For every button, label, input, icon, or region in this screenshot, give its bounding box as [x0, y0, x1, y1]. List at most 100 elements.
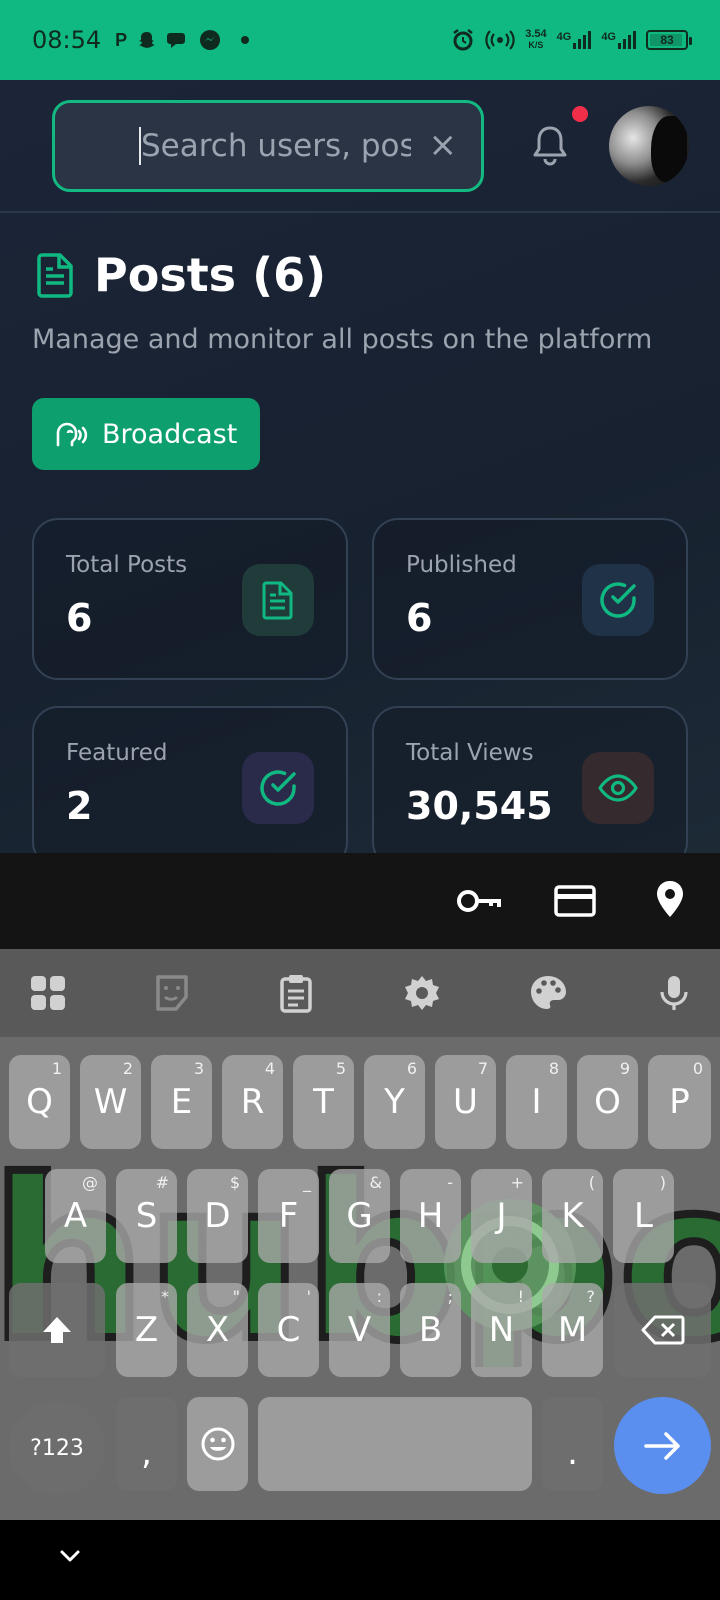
- broadcast-button[interactable]: Broadcast: [32, 398, 260, 470]
- key-hint: !: [517, 1287, 524, 1306]
- key-label: P: [669, 1082, 690, 1122]
- app-content: × Posts (6) Manage and monitor all posts…: [0, 80, 720, 853]
- key-f[interactable]: _ F: [258, 1169, 319, 1263]
- signal-4g-icon: 4G: [557, 31, 592, 49]
- key-o[interactable]: 9O: [577, 1055, 638, 1149]
- key-label: M: [557, 1310, 588, 1350]
- notification-bell-icon[interactable]: [530, 124, 570, 168]
- keyboard: hubpost 1Q 2W 3E 4R 5T 6Y 7U 8I 9O 0P @A…: [0, 1037, 720, 1520]
- emoji-icon: [201, 1427, 234, 1461]
- key-r[interactable]: 4R: [222, 1055, 283, 1149]
- page-heading: Posts (6): [36, 248, 326, 302]
- autofill-bar: [0, 853, 720, 949]
- key-hint: 3: [193, 1059, 204, 1078]
- period-key[interactable]: .: [542, 1397, 603, 1491]
- key-v[interactable]: :V: [329, 1283, 390, 1377]
- signal-label: 4G: [556, 31, 572, 43]
- key-u[interactable]: 7U: [435, 1055, 496, 1149]
- apps-grid-icon[interactable]: [28, 973, 68, 1013]
- settings-icon[interactable]: [402, 973, 442, 1013]
- signal-label: 4G: [601, 31, 616, 43]
- check-circle-icon: [582, 564, 654, 636]
- page-subtitle: Manage and monitor all posts on the plat…: [32, 324, 653, 355]
- stat-card-total-views: Total Views 30,545: [372, 706, 688, 853]
- key-p[interactable]: 0P: [648, 1055, 711, 1149]
- key-a[interactable]: @ A: [45, 1169, 106, 1263]
- space-key[interactable]: [258, 1397, 532, 1491]
- key-l[interactable]: ) L: [613, 1169, 674, 1263]
- location-pin-icon[interactable]: [654, 879, 686, 919]
- net-speed-unit: K/S: [528, 40, 544, 50]
- key-label: L: [634, 1196, 653, 1236]
- key-label: O: [594, 1082, 621, 1122]
- palette-icon[interactable]: [528, 973, 568, 1013]
- notification-icons: P: [115, 29, 250, 51]
- enter-key[interactable]: [614, 1397, 711, 1494]
- symbols-key[interactable]: ?123: [9, 1401, 105, 1495]
- signal-4g-icon: 4G: [601, 31, 636, 49]
- mic-icon[interactable]: [654, 973, 694, 1013]
- key-hint: 7: [477, 1059, 488, 1078]
- key-k[interactable]: (K: [542, 1169, 603, 1263]
- search-input[interactable]: [141, 128, 411, 164]
- key-m[interactable]: ? M: [542, 1283, 603, 1377]
- key-hint: ;: [447, 1287, 453, 1306]
- key-z[interactable]: * Z: [116, 1283, 177, 1377]
- key-hint: 4: [264, 1059, 275, 1078]
- key-x[interactable]: " X: [187, 1283, 248, 1377]
- comma-key[interactable]: ,: [116, 1397, 177, 1491]
- alarm-icon: [453, 29, 473, 51]
- top-bar: ×: [0, 80, 720, 213]
- check-circle-icon: [242, 752, 314, 824]
- key-label: B: [418, 1310, 443, 1350]
- user-avatar[interactable]: [609, 106, 689, 186]
- key-s[interactable]: # S: [116, 1169, 177, 1263]
- stat-value: 2: [66, 784, 93, 828]
- key-t[interactable]: 5T: [293, 1055, 354, 1149]
- key-hint: $: [229, 1173, 240, 1192]
- card-icon[interactable]: [554, 883, 596, 919]
- key-e[interactable]: 3E: [151, 1055, 212, 1149]
- hotspot-icon: [485, 30, 515, 50]
- clear-search-icon[interactable]: ×: [429, 125, 458, 165]
- net-speed-value: 3.54: [525, 28, 547, 40]
- key-i[interactable]: 8I: [506, 1055, 567, 1149]
- sticker-icon[interactable]: [152, 973, 192, 1013]
- chevron-down-icon[interactable]: [58, 1544, 82, 1568]
- system-icons: 3.54 K/S 4G 4G 83: [451, 28, 692, 52]
- document-icon: [37, 253, 73, 298]
- key-d[interactable]: $ D: [187, 1169, 248, 1263]
- key-label: G: [346, 1196, 373, 1236]
- dot-icon: [241, 36, 250, 44]
- key-c[interactable]: ' C: [258, 1283, 319, 1377]
- network-speed-icon: 3.54 K/S: [525, 29, 546, 51]
- key-hint: ?: [586, 1287, 596, 1306]
- shift-key[interactable]: [9, 1283, 105, 1377]
- key-label: C: [276, 1310, 301, 1350]
- search-box[interactable]: ×: [52, 100, 484, 192]
- key-label: ,: [141, 1433, 152, 1473]
- key-w[interactable]: 2W: [80, 1055, 141, 1149]
- key-label: I: [531, 1082, 542, 1122]
- key-icon[interactable]: [456, 883, 502, 919]
- key-hint: @: [82, 1173, 98, 1192]
- key-q[interactable]: 1Q: [9, 1055, 70, 1149]
- key-label: Q: [26, 1082, 53, 1122]
- key-j[interactable]: + J: [471, 1169, 532, 1263]
- key-hint: +: [510, 1173, 524, 1192]
- key-label: J: [496, 1196, 507, 1236]
- clipboard-icon[interactable]: [276, 973, 316, 1013]
- key-h[interactable]: -H: [400, 1169, 461, 1263]
- key-b[interactable]: ; B: [400, 1283, 461, 1377]
- stat-label: Published: [406, 552, 517, 578]
- key-hint: -: [447, 1173, 453, 1192]
- emoji-key[interactable]: [187, 1397, 248, 1491]
- key-y[interactable]: 6Y: [364, 1055, 425, 1149]
- backspace-key[interactable]: [614, 1283, 711, 1377]
- key-n[interactable]: ! N: [471, 1283, 532, 1377]
- key-label: X: [205, 1310, 230, 1350]
- key-g[interactable]: & G: [329, 1169, 390, 1263]
- key-label: U: [453, 1082, 478, 1122]
- key-hint: ": [232, 1287, 240, 1306]
- backspace-icon: [641, 1315, 684, 1345]
